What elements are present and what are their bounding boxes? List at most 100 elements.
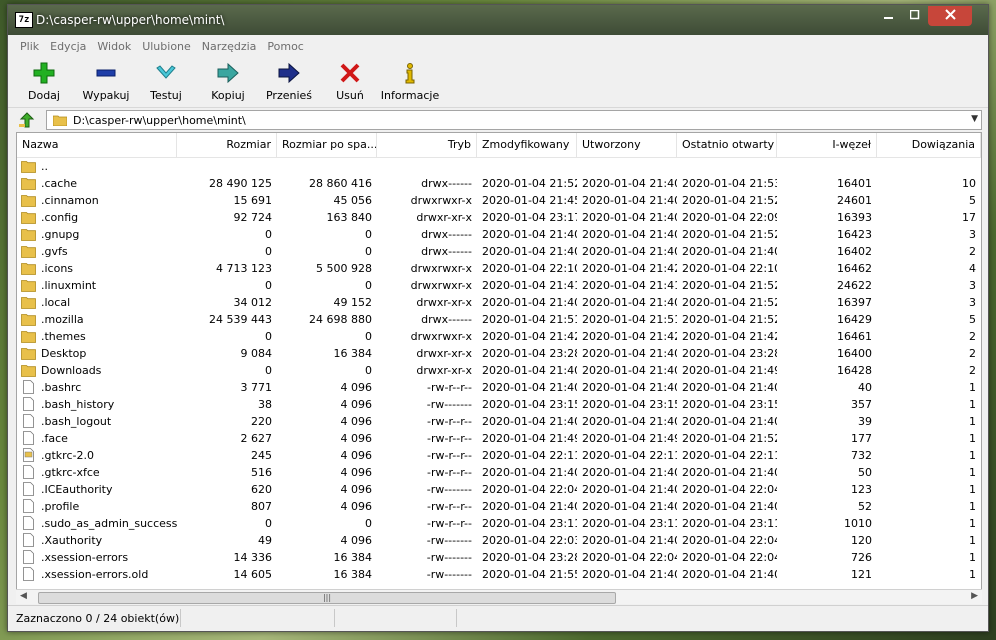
file-modified: 2020-01-04 21:55: [482, 568, 577, 581]
table-row[interactable]: .cache 28 490 125 28 860 416 drwx------ 2020…: [17, 175, 981, 192]
file-name: .gtkrc-xfce: [41, 466, 100, 479]
column-header-size[interactable]: Rozmiar: [177, 133, 277, 157]
scroll-thumb[interactable]: |||: [38, 592, 616, 604]
table-row[interactable]: .ICEauthority 620 4 096 -rw------- 2020-01-0…: [17, 481, 981, 498]
table-row[interactable]: Desktop 9 084 16 384 drwxr-xr-x 2020-01-04 2…: [17, 345, 981, 362]
address-input[interactable]: D:\casper-rw\upper\home\mint\ ▼: [46, 110, 982, 130]
column-header-modified[interactable]: Zmodyfikowany: [477, 133, 577, 157]
folder-up-icon[interactable]: [18, 112, 36, 128]
column-header-name[interactable]: Nazwa: [17, 133, 177, 157]
file-created: 2020-01-04 21:40: [582, 177, 677, 190]
scroll-right-icon[interactable]: ▶: [971, 591, 978, 601]
table-row[interactable]: .gvfs 0 0 drwx------ 2020-01-04 21:40 2020-01…: [17, 243, 981, 260]
file-inode: 357: [851, 398, 872, 411]
file-accessed: 2020-01-04 21:52: [682, 279, 777, 292]
file-attributes: -rw-r--r--: [427, 517, 472, 530]
menu-file[interactable]: Plik: [14, 37, 44, 53]
file-size: 28 490 125: [209, 177, 272, 190]
delete-label: Usuń: [336, 89, 364, 102]
file-links: 1: [969, 500, 976, 513]
column-header-links[interactable]: Dowiązania: [877, 133, 981, 157]
file-modified: 2020-01-04 23:15: [482, 398, 577, 411]
file-created: 2020-01-04 21:40: [582, 415, 677, 428]
table-row[interactable]: .themes 0 0 drwxrwxr-x 2020-01-04 21:42 2020-…: [17, 328, 981, 345]
column-header-accessed[interactable]: Ostatnio otwarty: [677, 133, 777, 157]
table-row[interactable]: .xsession-errors 14 336 16 384 -rw------- 20…: [17, 549, 981, 566]
file-inode: 16401: [837, 177, 872, 190]
file-created: 2020-01-04 21:40: [582, 534, 677, 547]
file-name: Desktop: [41, 347, 87, 360]
info-button[interactable]: Informacje: [380, 61, 440, 102]
table-row[interactable]: .gnupg 0 0 drwx------ 2020-01-04 21:40 2020-0…: [17, 226, 981, 243]
table-row[interactable]: .profile 807 4 096 -rw-r--r-- 2020-01-04 21:…: [17, 498, 981, 515]
file-accessed: 2020-01-04 21:52: [682, 228, 777, 241]
menu-edit[interactable]: Edycja: [44, 37, 91, 53]
table-row[interactable]: .config 92 724 163 840 drwxr-xr-x 2020-01-04…: [17, 209, 981, 226]
table-row[interactable]: .local 34 012 49 152 drwxr-xr-x 2020-01-04 2…: [17, 294, 981, 311]
add-button[interactable]: Dodaj: [22, 61, 66, 102]
file-packed-size: 0: [365, 364, 372, 377]
table-row[interactable]: .xsession-errors.old 14 605 16 384 -rw-----…: [17, 566, 981, 583]
table-row[interactable]: .cinnamon 15 691 45 056 drwxrwxr-x 2020-01-0…: [17, 192, 981, 209]
minimize-icon: [884, 17, 893, 19]
column-header-inode[interactable]: I-węzeł: [777, 133, 877, 157]
table-row[interactable]: .sudo_as_admin_success... 0 0 -rw-r--r-- 202…: [17, 515, 981, 532]
file-attributes: drwxrwxr-x: [410, 330, 472, 343]
table-row[interactable]: .bash_logout 220 4 096 -rw-r--r-- 2020-01-04…: [17, 413, 981, 430]
test-button[interactable]: Testuj: [144, 61, 188, 102]
file-created: 2020-01-04 21:40: [582, 466, 677, 479]
table-row[interactable]: .gtkrc-xfce 516 4 096 -rw-r--r-- 2020-01-04 …: [17, 464, 981, 481]
file-list[interactable]: Nazwa Rozmiar Rozmiar po spa... Tryb Zmo…: [16, 132, 982, 600]
file-size: 34 012: [233, 296, 273, 309]
table-row[interactable]: .icons 4 713 123 5 500 928 drwxrwxr-x 2020-0…: [17, 260, 981, 277]
file-attributes: -rw-------: [426, 483, 472, 496]
minimize-button[interactable]: [876, 6, 902, 26]
file-name: .gvfs: [41, 245, 68, 258]
checkmark-icon: [156, 65, 176, 79]
menu-favorites[interactable]: Ulubione: [136, 37, 196, 53]
table-row[interactable]: .gtkrc-2.0 245 4 096 -rw-r--r-- 2020-01-04 2…: [17, 447, 981, 464]
file-packed-size: 49 152: [333, 296, 373, 309]
file-inode: 40: [858, 381, 872, 394]
file-links: 1: [969, 517, 976, 530]
column-header-created[interactable]: Utworzony: [577, 133, 677, 157]
maximize-button[interactable]: [902, 6, 928, 26]
scroll-left-icon[interactable]: ◀: [20, 591, 27, 601]
horizontal-scrollbar[interactable]: ◀ ||| ▶: [16, 589, 982, 604]
column-header-packed-size[interactable]: Rozmiar po spa...: [277, 133, 377, 157]
table-row[interactable]: .mozilla 24 539 443 24 698 880 drwx------ 20…: [17, 311, 981, 328]
file-attributes: -rw-------: [426, 568, 472, 581]
table-row[interactable]: .linuxmint 0 0 drwxrwxr-x 2020-01-04 21:41 20…: [17, 277, 981, 294]
title-bar[interactable]: 7z D:\casper-rw\upper\home\mint\: [8, 5, 988, 35]
address-dropdown-icon[interactable]: ▼: [971, 114, 978, 124]
file-links: 3: [969, 279, 976, 292]
copy-arrow-icon: [217, 62, 239, 84]
file-created: 2020-01-04 21:40: [582, 228, 677, 241]
address-bar: D:\casper-rw\upper\home\mint\ ▼: [8, 108, 988, 132]
table-row[interactable]: .face 2 627 4 096 -rw-r--r-- 2020-01-04 21:4…: [17, 430, 981, 447]
table-row[interactable]: .bashrc 3 771 4 096 -rw-r--r-- 2020-01-04 21…: [17, 379, 981, 396]
close-button[interactable]: [928, 6, 972, 26]
file-accessed: 2020-01-04 21:40: [682, 500, 777, 513]
delete-button[interactable]: Usuń: [328, 61, 372, 102]
file-created: 2020-01-04 21:40: [582, 568, 677, 581]
copy-button[interactable]: Kopiuj: [204, 61, 252, 102]
file-inode: 123: [851, 483, 872, 496]
file-name: .face: [41, 432, 68, 445]
menu-help[interactable]: Pomoc: [261, 37, 308, 53]
file-size: 4 713 123: [216, 262, 272, 275]
table-row[interactable]: ..: [17, 158, 981, 175]
file-links: 5: [969, 313, 976, 326]
extract-button[interactable]: Wypakuj: [78, 61, 134, 102]
menu-view[interactable]: Widok: [91, 37, 136, 53]
table-row[interactable]: .bash_history 38 4 096 -rw------- 2020-01-04…: [17, 396, 981, 413]
file-inode: 16393: [837, 211, 872, 224]
move-button[interactable]: Przenieś: [264, 61, 314, 102]
file-links: 1: [969, 398, 976, 411]
file-accessed: 2020-01-04 21:53: [682, 177, 777, 190]
menu-tools[interactable]: Narzędzia: [196, 37, 262, 53]
file-created: 2020-01-04 21:42: [582, 262, 677, 275]
table-row[interactable]: .Xauthority 49 4 096 -rw------- 2020-01-04 2…: [17, 532, 981, 549]
table-row[interactable]: Downloads 0 0 drwxr-xr-x 2020-01-04 21:40 202…: [17, 362, 981, 379]
column-header-attributes[interactable]: Tryb: [377, 133, 477, 157]
